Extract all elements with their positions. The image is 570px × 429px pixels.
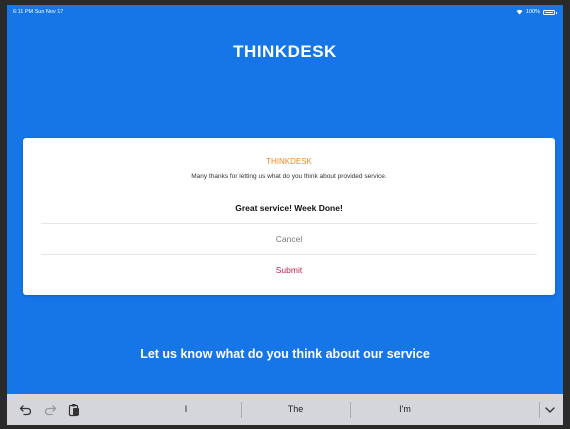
- app-title: THINKDESK: [233, 42, 337, 61]
- suggestion-3[interactable]: I'm: [350, 394, 460, 425]
- suggestion-divider: [539, 402, 540, 418]
- paste-icon[interactable]: [67, 403, 81, 417]
- submit-button[interactable]: Submit: [41, 255, 537, 285]
- suggestion-1[interactable]: I: [131, 394, 241, 425]
- app-screen: 6:11 PM Sun Nov 17 100% THINKDESK THINKD…: [7, 5, 563, 425]
- wifi-icon: [516, 9, 523, 15]
- redo-icon[interactable]: [43, 403, 57, 417]
- feedback-response: Great service! Week Done!: [235, 203, 343, 213]
- battery-percent: 100%: [525, 9, 540, 15]
- status-bar: 6:11 PM Sun Nov 17 100%: [7, 5, 563, 21]
- undo-icon[interactable]: [19, 403, 33, 417]
- cancel-button[interactable]: Cancel: [41, 224, 537, 254]
- status-time-date: 6:11 PM Sun Nov 17: [13, 9, 64, 15]
- dialog-title: THINKDESK: [266, 157, 312, 166]
- battery-icon: [543, 9, 557, 15]
- dialog-message: Many thanks for letting us what do you t…: [191, 173, 387, 180]
- footer-prompt: Let us know what do you think about our …: [140, 347, 430, 361]
- status-indicators: 100%: [516, 9, 557, 15]
- chevron-down-icon[interactable]: [543, 403, 557, 417]
- suggestion-2[interactable]: The: [241, 394, 350, 425]
- feedback-dialog: THINKDESK Many thanks for letting us wha…: [23, 138, 555, 295]
- keyboard-shortcut-bar: I The I'm: [7, 394, 563, 425]
